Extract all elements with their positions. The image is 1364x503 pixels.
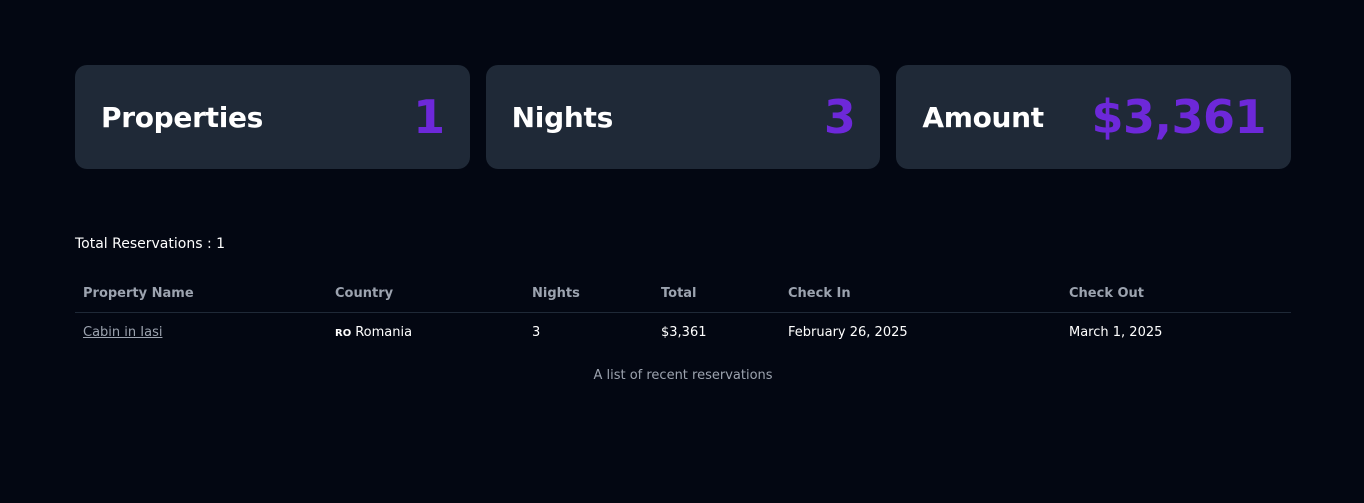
- column-header-check-out: Check Out: [1061, 274, 1291, 313]
- reservations-table: Property Name Country Nights Total Check…: [75, 274, 1291, 351]
- table-row: Cabin in Iasi RO Romania 3 $3,361 Februar…: [75, 313, 1291, 352]
- stat-card-nights: Nights 3: [485, 65, 881, 169]
- country-flag-icon: RO: [335, 327, 352, 339]
- stat-value: 3: [823, 90, 856, 144]
- stat-label: Nights: [511, 100, 614, 134]
- column-header-country: Country: [327, 274, 524, 313]
- cell-nights: 3: [532, 324, 541, 340]
- cell-country: RO Romania: [327, 313, 524, 352]
- country-name: Romania: [355, 324, 413, 340]
- column-header-total: Total: [653, 274, 780, 313]
- table-header-row: Property Name Country Nights Total Check…: [75, 274, 1291, 313]
- stat-label: Properties: [101, 100, 264, 134]
- total-reservations-text: Total Reservations : 1: [75, 236, 226, 252]
- column-header-check-in: Check In: [780, 274, 1061, 313]
- stats-row: Properties 1 Nights 3 Amount $3,361: [75, 65, 1292, 169]
- stat-value: $3,361: [1091, 90, 1267, 144]
- cell-check-in: February 26, 2025: [788, 324, 908, 340]
- cell-property: Cabin in Iasi: [75, 313, 327, 352]
- stat-card-amount: Amount $3,361: [896, 65, 1292, 169]
- cell-check-out: March 1, 2025: [1069, 324, 1163, 340]
- cell-total: $3,361: [661, 324, 707, 340]
- stat-value: 1: [413, 90, 445, 144]
- dashboard-page: Properties 1 Nights 3 Amount $3,361 Tota…: [0, 0, 1364, 503]
- property-link[interactable]: Cabin in Iasi: [83, 325, 162, 340]
- table-caption: A list of recent reservations: [593, 368, 773, 383]
- stat-label: Amount: [922, 100, 1044, 134]
- column-header-property-name: Property Name: [75, 274, 327, 313]
- stat-card-properties: Properties 1: [75, 65, 470, 169]
- column-header-nights: Nights: [524, 274, 653, 313]
